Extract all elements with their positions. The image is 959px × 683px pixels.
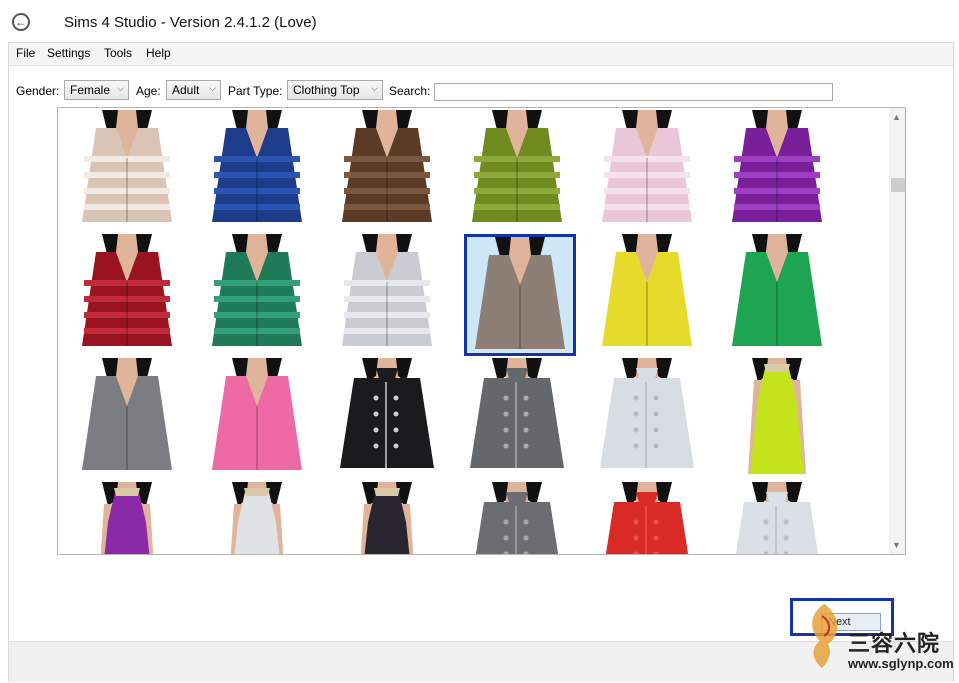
clothing-item-thumbnail[interactable] bbox=[724, 234, 836, 356]
main-window: File Settings Tools Help Gender: Female … bbox=[8, 42, 954, 682]
clothing-preview-icon bbox=[735, 482, 819, 554]
menu-settings[interactable]: Settings bbox=[47, 46, 90, 60]
gender-select-value: Female bbox=[70, 83, 111, 97]
gender-select[interactable]: Female ⌵ bbox=[64, 80, 129, 100]
cas-part-gallery: ▲ ▼ bbox=[57, 107, 906, 555]
age-label: Age: bbox=[136, 84, 161, 98]
clothing-preview-icon bbox=[100, 482, 154, 554]
menu-tools[interactable]: Tools bbox=[104, 46, 132, 60]
clothing-preview-icon bbox=[212, 358, 302, 470]
clothing-item-thumbnail[interactable] bbox=[594, 358, 706, 480]
clothing-item-thumbnail[interactable] bbox=[334, 234, 446, 356]
clothing-item-thumbnail[interactable] bbox=[724, 482, 836, 554]
clothing-preview-icon bbox=[605, 482, 689, 554]
clothing-preview-icon bbox=[230, 482, 284, 554]
menu-bar: File Settings Tools Help bbox=[9, 43, 953, 66]
clothing-item-thumbnail[interactable] bbox=[594, 110, 706, 232]
clothing-preview-icon bbox=[340, 358, 434, 468]
watermark: 三容六院 www.sglynp.com bbox=[800, 596, 959, 682]
clothing-preview-icon bbox=[342, 110, 432, 222]
age-select[interactable]: Adult ⌵ bbox=[166, 80, 221, 100]
clothing-preview-icon bbox=[470, 358, 564, 468]
phoenix-logo-icon bbox=[812, 604, 838, 668]
clothing-preview-icon bbox=[600, 358, 694, 468]
scroll-down-icon[interactable]: ▼ bbox=[892, 540, 901, 550]
chevron-down-icon: ⌵ bbox=[371, 83, 378, 93]
chevron-down-icon: ⌵ bbox=[209, 83, 216, 93]
clothing-item-thumbnail[interactable] bbox=[204, 358, 316, 480]
watermark-url: www.sglynp.com bbox=[848, 656, 954, 671]
clothing-item-thumbnail[interactable] bbox=[334, 358, 446, 480]
scroll-thumb[interactable] bbox=[891, 178, 905, 192]
search-label: Search: bbox=[389, 84, 431, 98]
clothing-item-thumbnail[interactable] bbox=[594, 234, 706, 356]
clothing-item-thumbnail[interactable] bbox=[464, 234, 576, 356]
clothing-preview-icon bbox=[82, 358, 172, 470]
clothing-preview-icon bbox=[342, 234, 432, 346]
clothing-item-thumbnail[interactable] bbox=[74, 234, 186, 356]
clothing-item-thumbnail[interactable] bbox=[74, 358, 186, 480]
clothing-preview-icon bbox=[82, 110, 172, 222]
clothing-preview-icon bbox=[602, 110, 692, 222]
clothing-preview-icon bbox=[472, 110, 562, 222]
clothing-preview-icon bbox=[732, 234, 822, 346]
menu-file[interactable]: File bbox=[16, 46, 35, 60]
vertical-scrollbar[interactable]: ▲ ▼ bbox=[889, 108, 905, 554]
clothing-item-thumbnail[interactable] bbox=[204, 110, 316, 232]
clothing-preview-icon bbox=[212, 234, 302, 346]
clothing-preview-icon bbox=[602, 234, 692, 346]
clothing-preview-icon bbox=[475, 482, 559, 554]
clothing-item-thumbnail[interactable] bbox=[594, 482, 706, 554]
back-arrow-icon[interactable]: ← bbox=[12, 13, 30, 31]
clothing-item-thumbnail[interactable] bbox=[74, 110, 186, 232]
window-title: Sims 4 Studio - Version 2.4.1.2 (Love) bbox=[64, 14, 317, 31]
scroll-up-icon[interactable]: ▲ bbox=[892, 112, 901, 122]
title-bar: ← Sims 4 Studio - Version 2.4.1.2 (Love) bbox=[0, 0, 959, 42]
chevron-down-icon: ⌵ bbox=[117, 83, 124, 93]
clothing-item-thumbnail[interactable] bbox=[464, 110, 576, 232]
clothing-item-thumbnail[interactable] bbox=[334, 482, 446, 554]
clothing-item-thumbnail[interactable] bbox=[74, 482, 186, 554]
clothing-item-thumbnail[interactable] bbox=[724, 358, 836, 480]
clothing-preview-icon bbox=[212, 110, 302, 222]
clothing-item-thumbnail[interactable] bbox=[724, 110, 836, 232]
clothing-preview-icon bbox=[82, 234, 172, 346]
clothing-item-thumbnail[interactable] bbox=[204, 234, 316, 356]
part-type-select-value: Clothing Top bbox=[293, 83, 360, 97]
menu-help[interactable]: Help bbox=[146, 46, 171, 60]
clothing-preview-icon bbox=[732, 110, 822, 222]
clothing-preview-icon bbox=[475, 237, 565, 349]
part-type-label: Part Type: bbox=[228, 84, 283, 98]
age-select-value: Adult bbox=[172, 83, 200, 97]
gender-label: Gender: bbox=[16, 84, 60, 98]
clothing-item-thumbnail[interactable] bbox=[334, 110, 446, 232]
clothing-preview-icon bbox=[360, 482, 414, 554]
clothing-preview-icon bbox=[748, 358, 806, 474]
watermark-text: 三容六院 bbox=[848, 631, 941, 657]
search-input[interactable] bbox=[434, 83, 833, 101]
clothing-item-thumbnail[interactable] bbox=[204, 482, 316, 554]
clothing-item-thumbnail[interactable] bbox=[464, 358, 576, 480]
clothing-item-thumbnail[interactable] bbox=[464, 482, 576, 554]
part-type-select[interactable]: Clothing Top ⌵ bbox=[287, 80, 383, 100]
